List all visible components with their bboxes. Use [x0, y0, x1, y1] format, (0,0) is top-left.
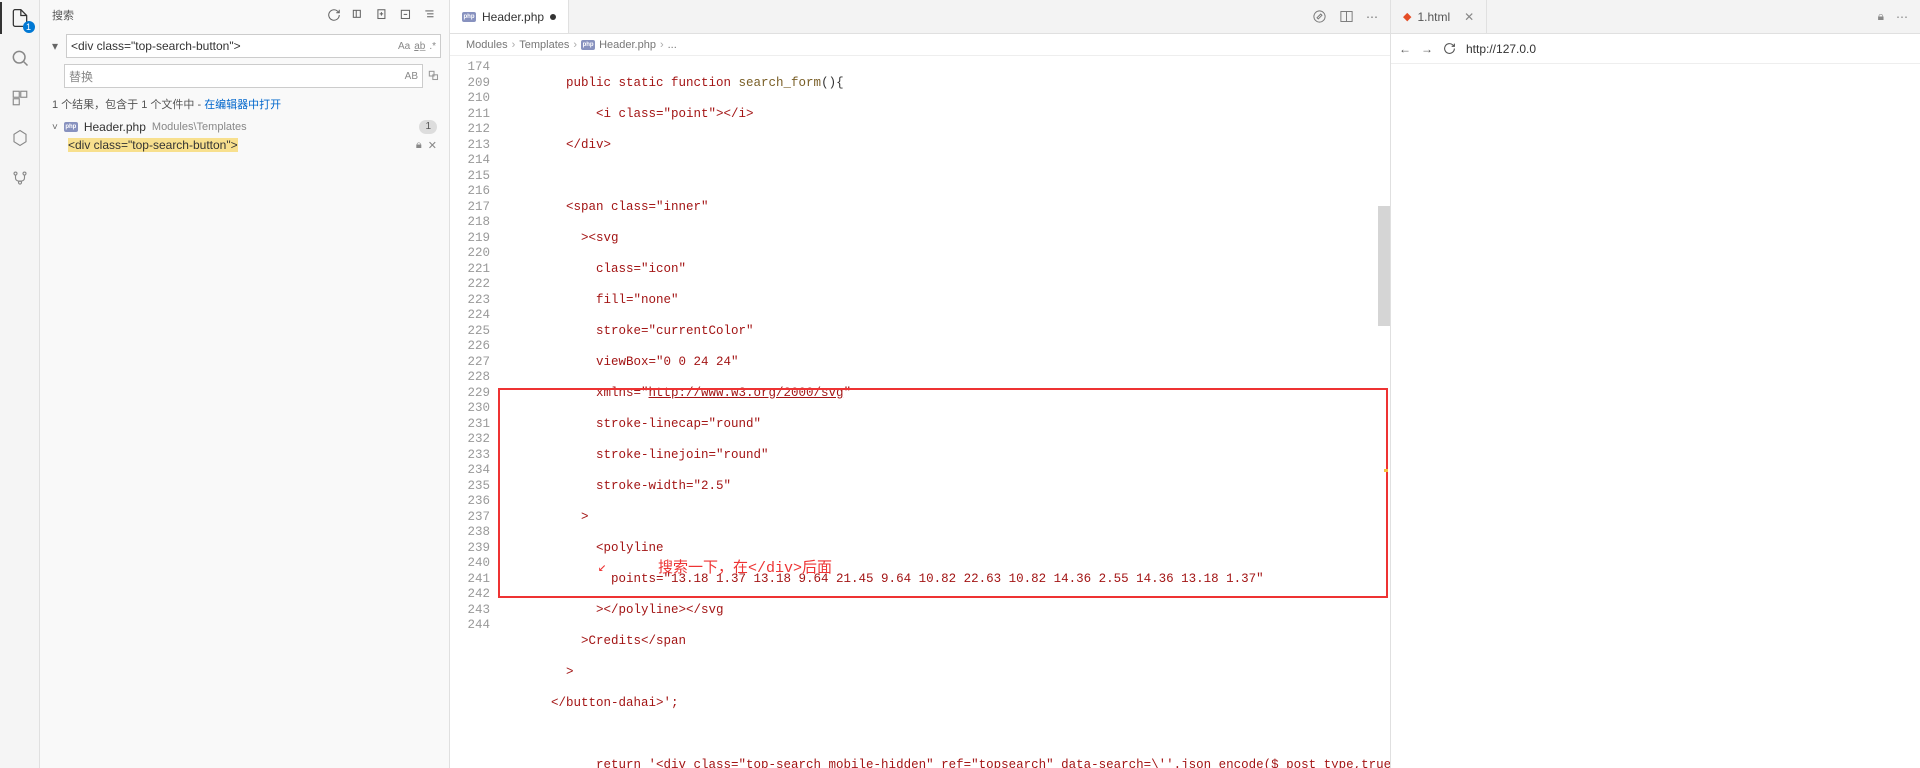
results-info: 1 个结果，包含于 1 个文件中 - 在编辑器中打开 [40, 90, 449, 118]
crumb-file[interactable]: Header.php [599, 39, 656, 51]
tab-header-php[interactable]: php Header.php [450, 0, 569, 33]
preview-content [1391, 64, 1920, 768]
php-file-icon: php [64, 122, 78, 132]
regex-toggle[interactable]: .* [429, 41, 436, 52]
tabbar: php Header.php ⋯ [450, 0, 1390, 34]
replace-row: 替换 AB [40, 62, 449, 90]
more-actions-icon[interactable]: ⋯ [1366, 10, 1378, 24]
tab-label: Header.php [482, 10, 544, 24]
refresh-icon[interactable] [327, 8, 341, 22]
lock-icon[interactable]: 🔒︎ [416, 139, 422, 152]
lock-icon[interactable]: 🔒︎ [1878, 9, 1884, 24]
split-editor-icon[interactable] [1339, 9, 1354, 24]
activity-search-icon[interactable] [8, 46, 32, 70]
tab-label: 1.html [1417, 10, 1450, 24]
code-area[interactable]: public static function search_form(){ <i… [498, 56, 1390, 768]
whole-word-toggle[interactable]: ab̲ [414, 41, 425, 52]
replace-placeholder: 替换 [69, 68, 405, 85]
crumb-more[interactable]: ... [668, 39, 677, 51]
tab-1-html[interactable]: ◆ 1.html ✕ [1391, 0, 1487, 33]
crumb-modules[interactable]: Modules [466, 39, 508, 51]
result-match-row[interactable]: <div class="top-search-button"> 🔒︎ ✕ [40, 136, 449, 154]
search-row: ▾ Aa ab̲ .* [40, 30, 449, 62]
explorer-badge: 1 [23, 21, 35, 33]
results-count-text: 1 个结果，包含于 1 个文件中 - [52, 99, 204, 111]
editor-group: php Header.php ⋯ Modules› Templates› php… [450, 0, 1390, 768]
address-bar: ← → http://127.0.0 [1391, 34, 1920, 64]
dirty-indicator [550, 14, 556, 20]
tree-view-icon[interactable] [423, 8, 437, 22]
code-editor[interactable]: 1742092102112122132142152162172182192202… [450, 56, 1390, 768]
preview-actions: 🔒︎ ⋯ [1866, 0, 1920, 33]
url-text[interactable]: http://127.0.0 [1466, 42, 1536, 56]
gutter: 1742092102112122132142152162172182192202… [450, 56, 498, 768]
search-input-wrap[interactable]: Aa ab̲ .* [66, 34, 441, 58]
scroll-thumb[interactable] [1378, 206, 1390, 326]
search-sidebar: 搜索 ▾ Aa ab̲ .* 替换 AB 1 个结果，包含于 [40, 0, 450, 768]
preview-tabbar: ◆ 1.html ✕ 🔒︎ ⋯ [1391, 0, 1920, 34]
more-actions-icon[interactable]: ⋯ [1896, 10, 1908, 24]
close-icon[interactable]: ✕ [1464, 10, 1474, 24]
breadcrumb[interactable]: Modules› Templates› php Header.php› ... [450, 34, 1390, 56]
collapse-all-icon[interactable] [399, 8, 413, 22]
chevron-down-icon[interactable]: ▾ [48, 39, 62, 53]
nav-back-icon[interactable]: ← [1399, 42, 1411, 56]
reload-icon[interactable] [1443, 42, 1456, 55]
activity-hex-icon[interactable] [8, 126, 32, 150]
result-file-path: Modules\Templates [152, 121, 247, 133]
clear-icon[interactable] [351, 8, 365, 22]
nav-forward-icon[interactable]: → [1421, 42, 1433, 56]
activity-explorer-icon[interactable]: 1 [8, 6, 32, 30]
sidebar-header: 搜索 [40, 0, 449, 30]
activity-branch-icon[interactable] [8, 166, 32, 190]
html-file-icon: ◆ [1403, 10, 1411, 23]
result-file-name: Header.php [84, 120, 146, 134]
result-file-row[interactable]: ˅ php Header.php Modules\Templates 1 [40, 118, 449, 136]
activity-bar: 1 [0, 0, 40, 768]
search-input[interactable] [71, 39, 398, 53]
result-count-badge: 1 [419, 120, 437, 134]
chevron-down-icon[interactable]: ˅ [52, 122, 58, 133]
open-in-editor-link[interactable]: 在编辑器中打开 [204, 99, 281, 111]
match-text: <div class="top-search-button"> [68, 138, 238, 152]
match-case-toggle[interactable]: Aa [398, 41, 410, 52]
crumb-templates[interactable]: Templates [519, 39, 569, 51]
dismiss-icon[interactable]: ✕ [428, 139, 437, 152]
replace-all-icon[interactable] [427, 69, 441, 83]
editor-actions: ⋯ [1300, 0, 1390, 33]
php-file-icon: php [462, 12, 476, 22]
preview-panel: ◆ 1.html ✕ 🔒︎ ⋯ ← → http://127.0.0 [1390, 0, 1920, 768]
preserve-case-toggle[interactable]: AB [405, 71, 418, 82]
new-search-icon[interactable] [375, 8, 389, 22]
compass-icon[interactable] [1312, 9, 1327, 24]
replace-input[interactable]: 替换 AB [64, 64, 423, 88]
sidebar-title: 搜索 [52, 7, 321, 23]
vertical-scrollbar[interactable] [1378, 56, 1390, 768]
activity-extensions-icon[interactable] [8, 86, 32, 110]
php-file-icon: php [581, 40, 595, 50]
